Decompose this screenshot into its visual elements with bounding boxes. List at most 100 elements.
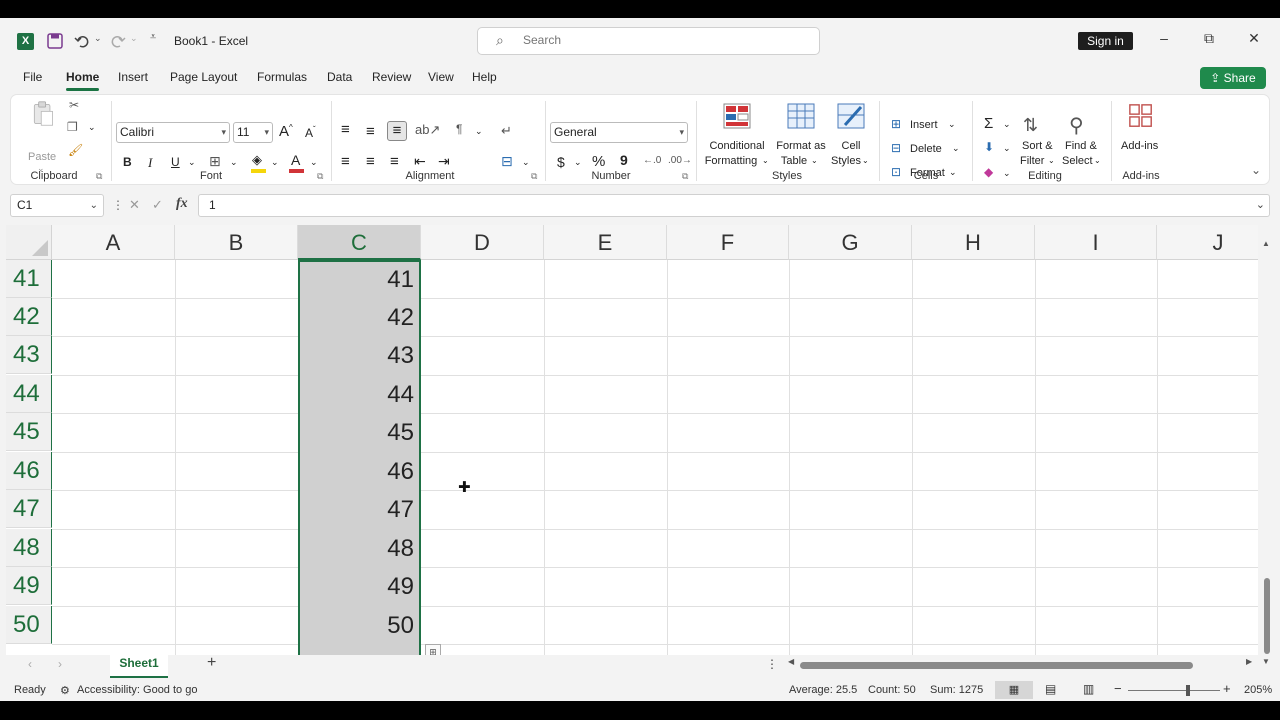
restore-button[interactable]: ⧉ bbox=[1199, 30, 1219, 47]
column-header-j[interactable]: J bbox=[1157, 225, 1258, 260]
insert-cells-label[interactable]: Insert bbox=[910, 119, 938, 131]
font-color-icon[interactable]: A bbox=[291, 152, 300, 168]
column-header-e[interactable]: E bbox=[544, 225, 667, 260]
zoom-out-icon[interactable]: − bbox=[1114, 681, 1122, 696]
tab-review[interactable]: Review bbox=[372, 70, 411, 84]
delete-cells-label[interactable]: Delete bbox=[910, 143, 942, 155]
align-left-icon[interactable]: ≡ bbox=[341, 153, 350, 170]
font-color-dropdown-icon[interactable]: ⌄ bbox=[310, 157, 318, 168]
tab-file[interactable]: File bbox=[23, 70, 42, 84]
sort-filter-icon[interactable]: ⇅ bbox=[1023, 115, 1038, 136]
add-ins-icon[interactable] bbox=[1127, 103, 1155, 129]
font-size-select[interactable]: 11 ▾ bbox=[233, 122, 273, 143]
column-header-g[interactable]: G bbox=[789, 225, 912, 260]
cell-c43[interactable]: 43 bbox=[298, 336, 419, 374]
more-options-icon[interactable]: ⋮ bbox=[112, 198, 124, 212]
conditional-formatting-label-1[interactable]: Conditional bbox=[707, 140, 767, 152]
cell-styles-dropdown-icon[interactable]: ⌄ bbox=[862, 156, 869, 165]
fill-icon[interactable]: ⬇ bbox=[984, 140, 994, 154]
grow-font-button[interactable]: A^ bbox=[279, 123, 293, 140]
clipboard-launcher-icon[interactable]: ⧉ bbox=[96, 171, 102, 182]
orientation-icon[interactable]: ab↗ bbox=[415, 122, 440, 138]
search-input[interactable] bbox=[523, 33, 803, 47]
add-ins-button-label[interactable]: Add-ins bbox=[1121, 140, 1158, 152]
autosum-icon[interactable]: Σ bbox=[984, 115, 993, 132]
column-header-d[interactable]: D bbox=[421, 225, 544, 260]
row-header-50[interactable]: 50 bbox=[6, 606, 52, 644]
align-bottom-icon[interactable]: ≡ bbox=[387, 121, 407, 141]
accessibility-status[interactable]: Accessibility: Good to go bbox=[77, 684, 197, 696]
horizontal-scrollbar[interactable]: ◀ ▶ bbox=[788, 657, 1255, 670]
insert-dropdown-icon[interactable]: ⌄ bbox=[948, 119, 956, 130]
cut-icon[interactable]: ✂ bbox=[69, 98, 79, 112]
scroll-right-icon[interactable]: ▶ bbox=[1246, 657, 1252, 666]
paste-icon[interactable] bbox=[29, 101, 57, 127]
tab-data[interactable]: Data bbox=[327, 70, 352, 84]
fill-dropdown-icon[interactable]: ⌄ bbox=[271, 157, 279, 168]
column-header-h[interactable]: H bbox=[912, 225, 1035, 260]
copy-icon[interactable]: ❐ bbox=[67, 120, 78, 134]
row-header-41[interactable]: 41 bbox=[6, 260, 52, 298]
enter-icon[interactable]: ✓ bbox=[152, 197, 163, 213]
font-launcher-icon[interactable]: ⧉ bbox=[317, 171, 323, 182]
column-header-b[interactable]: B bbox=[175, 225, 298, 260]
share-button[interactable]: ⇪ Share bbox=[1200, 67, 1266, 89]
currency-button[interactable]: $ bbox=[557, 154, 565, 170]
increase-decimal-icon[interactable]: ←.0 bbox=[643, 155, 661, 166]
row-header-47[interactable]: 47 bbox=[6, 490, 52, 528]
collapse-ribbon-icon[interactable]: ⌄ bbox=[1251, 163, 1261, 177]
font-family-select[interactable]: Calibri ▾ bbox=[116, 122, 230, 143]
format-as-table-label-1[interactable]: Format as bbox=[773, 140, 829, 152]
borders-dropdown-icon[interactable]: ⌄ bbox=[230, 157, 238, 168]
row-header-48[interactable]: 48 bbox=[6, 529, 52, 567]
underline-button[interactable]: U bbox=[171, 155, 180, 169]
column-header-a[interactable]: A bbox=[52, 225, 175, 260]
vertical-scrollbar[interactable]: ▲ ▼ bbox=[1260, 239, 1274, 668]
cell-c42[interactable]: 42 bbox=[298, 298, 419, 336]
clear-dropdown-icon[interactable]: ⌄ bbox=[1003, 168, 1011, 179]
close-button[interactable]: ✕ bbox=[1244, 30, 1264, 47]
row-header-45[interactable]: 45 bbox=[6, 413, 52, 451]
sort-dropdown-icon[interactable]: ⌄ bbox=[1048, 156, 1055, 165]
scroll-up-icon[interactable]: ▲ bbox=[1262, 239, 1270, 248]
row-header-46[interactable]: 46 bbox=[6, 452, 52, 490]
zoom-level[interactable]: 205% bbox=[1244, 684, 1272, 696]
clear-icon[interactable]: ◆ bbox=[984, 165, 993, 179]
conditional-dropdown-icon[interactable]: ⌄ bbox=[762, 156, 769, 165]
cell-styles-label-2[interactable]: Styles bbox=[831, 155, 861, 167]
tab-formulas[interactable]: Formulas bbox=[257, 70, 307, 84]
tab-page-layout[interactable]: Page Layout bbox=[170, 70, 237, 84]
previous-sheet-icon[interactable]: ‹ bbox=[28, 657, 32, 671]
number-launcher-icon[interactable]: ⧉ bbox=[682, 171, 688, 182]
tab-home[interactable]: Home bbox=[66, 70, 99, 84]
copy-dropdown-icon[interactable]: ⌄ bbox=[88, 122, 96, 133]
cancel-icon[interactable]: ✕ bbox=[129, 197, 140, 213]
borders-icon[interactable]: ⊞ bbox=[209, 153, 221, 170]
formula-input[interactable]: 1 ⌄ bbox=[198, 194, 1270, 217]
percent-button[interactable]: % bbox=[592, 153, 605, 170]
tab-insert[interactable]: Insert bbox=[118, 70, 148, 84]
save-icon[interactable] bbox=[47, 33, 63, 49]
vertical-scroll-thumb[interactable] bbox=[1264, 578, 1270, 654]
name-box[interactable]: C1 ⌄ bbox=[10, 194, 104, 217]
find-select-label-2[interactable]: Select bbox=[1062, 155, 1093, 167]
align-right-icon[interactable]: ≡ bbox=[390, 153, 399, 170]
bold-button[interactable]: B bbox=[123, 155, 132, 169]
format-cells-icon[interactable]: ⊡ bbox=[891, 165, 901, 179]
horizontal-scroll-thumb[interactable] bbox=[800, 662, 1193, 669]
comma-button[interactable]: 9 bbox=[620, 152, 628, 168]
find-select-label-1[interactable]: Find & bbox=[1065, 140, 1097, 152]
row-header-42[interactable]: 42 bbox=[6, 298, 52, 336]
sign-in-button[interactable]: Sign in bbox=[1078, 32, 1133, 50]
zoom-slider[interactable] bbox=[1128, 690, 1220, 691]
sheet-tab-sheet1[interactable]: Sheet1 bbox=[110, 652, 168, 678]
row-header-43[interactable]: 43 bbox=[6, 336, 52, 374]
zoom-in-icon[interactable]: + bbox=[1223, 681, 1231, 696]
delete-cells-icon[interactable]: ⊟ bbox=[891, 141, 901, 155]
shrink-font-button[interactable]: Aˇ bbox=[305, 125, 316, 140]
delete-dropdown-icon[interactable]: ⌄ bbox=[952, 143, 960, 154]
page-layout-view-icon[interactable]: ▤ bbox=[1045, 682, 1056, 696]
fill-color-icon[interactable]: ◈ bbox=[252, 152, 262, 168]
conditional-formatting-label-2[interactable]: Formatting bbox=[701, 155, 761, 167]
redo-dropdown-icon[interactable]: ⌄ bbox=[130, 33, 138, 44]
